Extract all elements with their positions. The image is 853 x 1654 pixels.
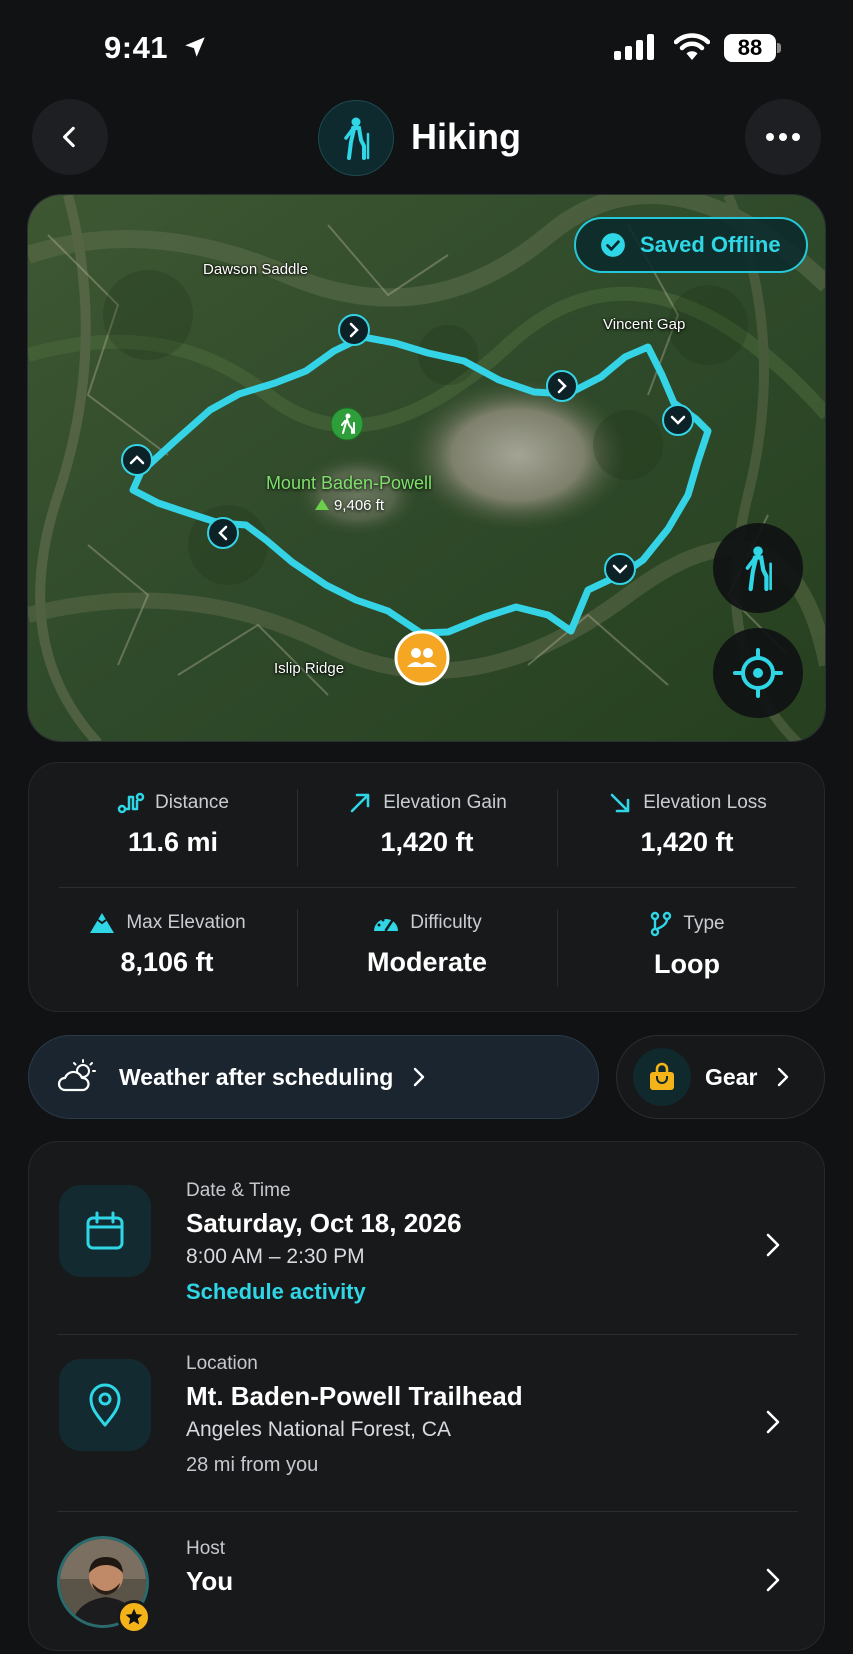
location-name: Mt. Baden-Powell Trailhead [186,1381,523,1411]
chevron-right-icon [778,1067,789,1087]
trail-direction-down-icon [604,553,636,585]
hiker-mode-button[interactable] [713,523,803,613]
peak-name-label: Mount Baden-Powell [265,473,433,493]
peak-hiker-marker-icon[interactable] [330,407,364,441]
chevron-left-icon [63,126,75,148]
stat-max-elevation: Max Elevation 8,106 ft [39,911,295,978]
trail-direction-right-icon [338,314,370,346]
battery-level: 88 [737,35,763,60]
host-row[interactable]: Host You [29,1512,824,1650]
stat-label: Elevation Gain [383,792,507,813]
stat-label: Elevation Loss [643,792,767,813]
calendar-icon-badge [59,1185,151,1277]
route-icon [117,792,145,814]
date-time-label: Date & Time [186,1180,291,1201]
stat-distance: Distance 11.6 mi [45,791,301,858]
star-icon [125,1608,143,1625]
weather-button[interactable]: Weather after scheduling [28,1035,599,1119]
chevron-right-icon [766,1568,780,1592]
location-row[interactable]: Location Mt. Baden-Powell Trailhead Ange… [29,1335,824,1511]
saved-offline-label: Saved Offline [640,232,781,257]
gear-icon-badge [633,1048,691,1106]
trail-direction-down-icon [662,404,694,436]
date-time-row[interactable]: Date & Time Saturday, Oct 18, 2026 8:00 … [29,1142,824,1334]
status-bar: 9:41 88 [0,0,853,90]
gear-button[interactable]: Gear [616,1035,825,1119]
arrow-down-right-icon [610,793,630,813]
ellipsis-icon [766,133,800,141]
crosshair-icon [733,648,783,698]
chevron-right-icon [414,1067,425,1087]
map-label-dawson-saddle: Dawson Saddle [203,261,309,278]
stat-label: Distance [155,792,229,813]
stat-type: Type Loop [559,911,815,980]
calendar-icon [86,1211,124,1250]
location-distance: 28 mi from you [186,1454,319,1476]
status-time: 9:41 [104,30,169,65]
stat-elevation-loss: Elevation Loss 1,420 ft [559,791,815,858]
recenter-location-button[interactable] [713,628,803,718]
map-pin-icon [89,1383,121,1427]
host-label: Host [186,1538,226,1559]
gauge-icon [374,918,399,932]
partly-cloudy-icon [57,1059,96,1092]
arrow-up-right-icon [350,793,370,813]
back-button[interactable] [32,99,108,175]
stat-value: 8,106 ft [120,947,214,977]
chevron-right-icon [766,1410,780,1434]
stat-value: Loop [654,949,720,979]
trail-direction-left-icon [207,517,239,549]
stat-label: Difficulty [410,912,482,933]
schedule-activity-link[interactable]: Schedule activity [186,1279,462,1305]
peak-elevation-value: 9,406 ft [333,497,385,514]
stat-value: 11.6 mi [127,827,219,857]
stat-difficulty: Difficulty Moderate [299,911,555,978]
branch-icon [651,911,672,937]
wifi-icon [674,33,710,60]
peak-elevation-label: 9,406 ft [234,497,464,514]
shopping-bag-icon [650,1062,674,1090]
trail-direction-up-icon [121,444,153,476]
stat-value: 1,420 ft [380,827,474,857]
mountain-marker-icon [314,499,329,510]
weather-label: Weather after scheduling [119,1063,394,1090]
location-label: Location [186,1353,258,1374]
group-meeting-marker-icon[interactable] [394,630,450,686]
trail-direction-right-icon [546,370,578,402]
battery-icon: 88 [724,34,781,62]
location-icon-badge [59,1359,151,1451]
check-circle-icon [601,233,625,257]
host-name: You [186,1566,234,1596]
location-area: Angeles National Forest, CA [186,1418,451,1441]
activity-details-card: Date & Time Saturday, Oct 18, 2026 8:00 … [28,1141,825,1651]
chevron-right-icon [766,1233,780,1257]
hiking-activity-icon [318,100,394,176]
map-label-islip-ridge: Islip Ridge [274,660,345,677]
trail-stats-card: Distance 11.6 mi Elevation Gain 1,420 ft… [28,762,825,1012]
gear-label: Gear [705,1063,758,1090]
stat-elevation-gain: Elevation Gain 1,420 ft [299,791,555,858]
stat-value: Moderate [366,947,488,977]
stat-value: 1,420 ft [640,827,734,857]
mountain-icon [90,913,115,933]
host-star-badge [117,1600,151,1634]
stat-label: Max Elevation [126,912,246,933]
hiker-icon [344,117,370,160]
map-label-vincent-gap: Vincent Gap [603,316,686,333]
stat-label: Type [683,913,725,934]
hiker-icon [745,546,772,592]
cellular-signal-icon [614,34,654,60]
time-range-value: 8:00 AM – 2:30 PM [186,1245,365,1268]
page-title: Hiking [411,116,522,157]
saved-offline-badge[interactable]: Saved Offline [574,217,808,273]
date-value: Saturday, Oct 18, 2026 [186,1208,462,1238]
location-arrow-icon [185,37,205,57]
more-options-button[interactable] [745,99,821,175]
trail-map[interactable]: Saved Offline Dawson Saddle Vincent Gap … [27,194,826,742]
